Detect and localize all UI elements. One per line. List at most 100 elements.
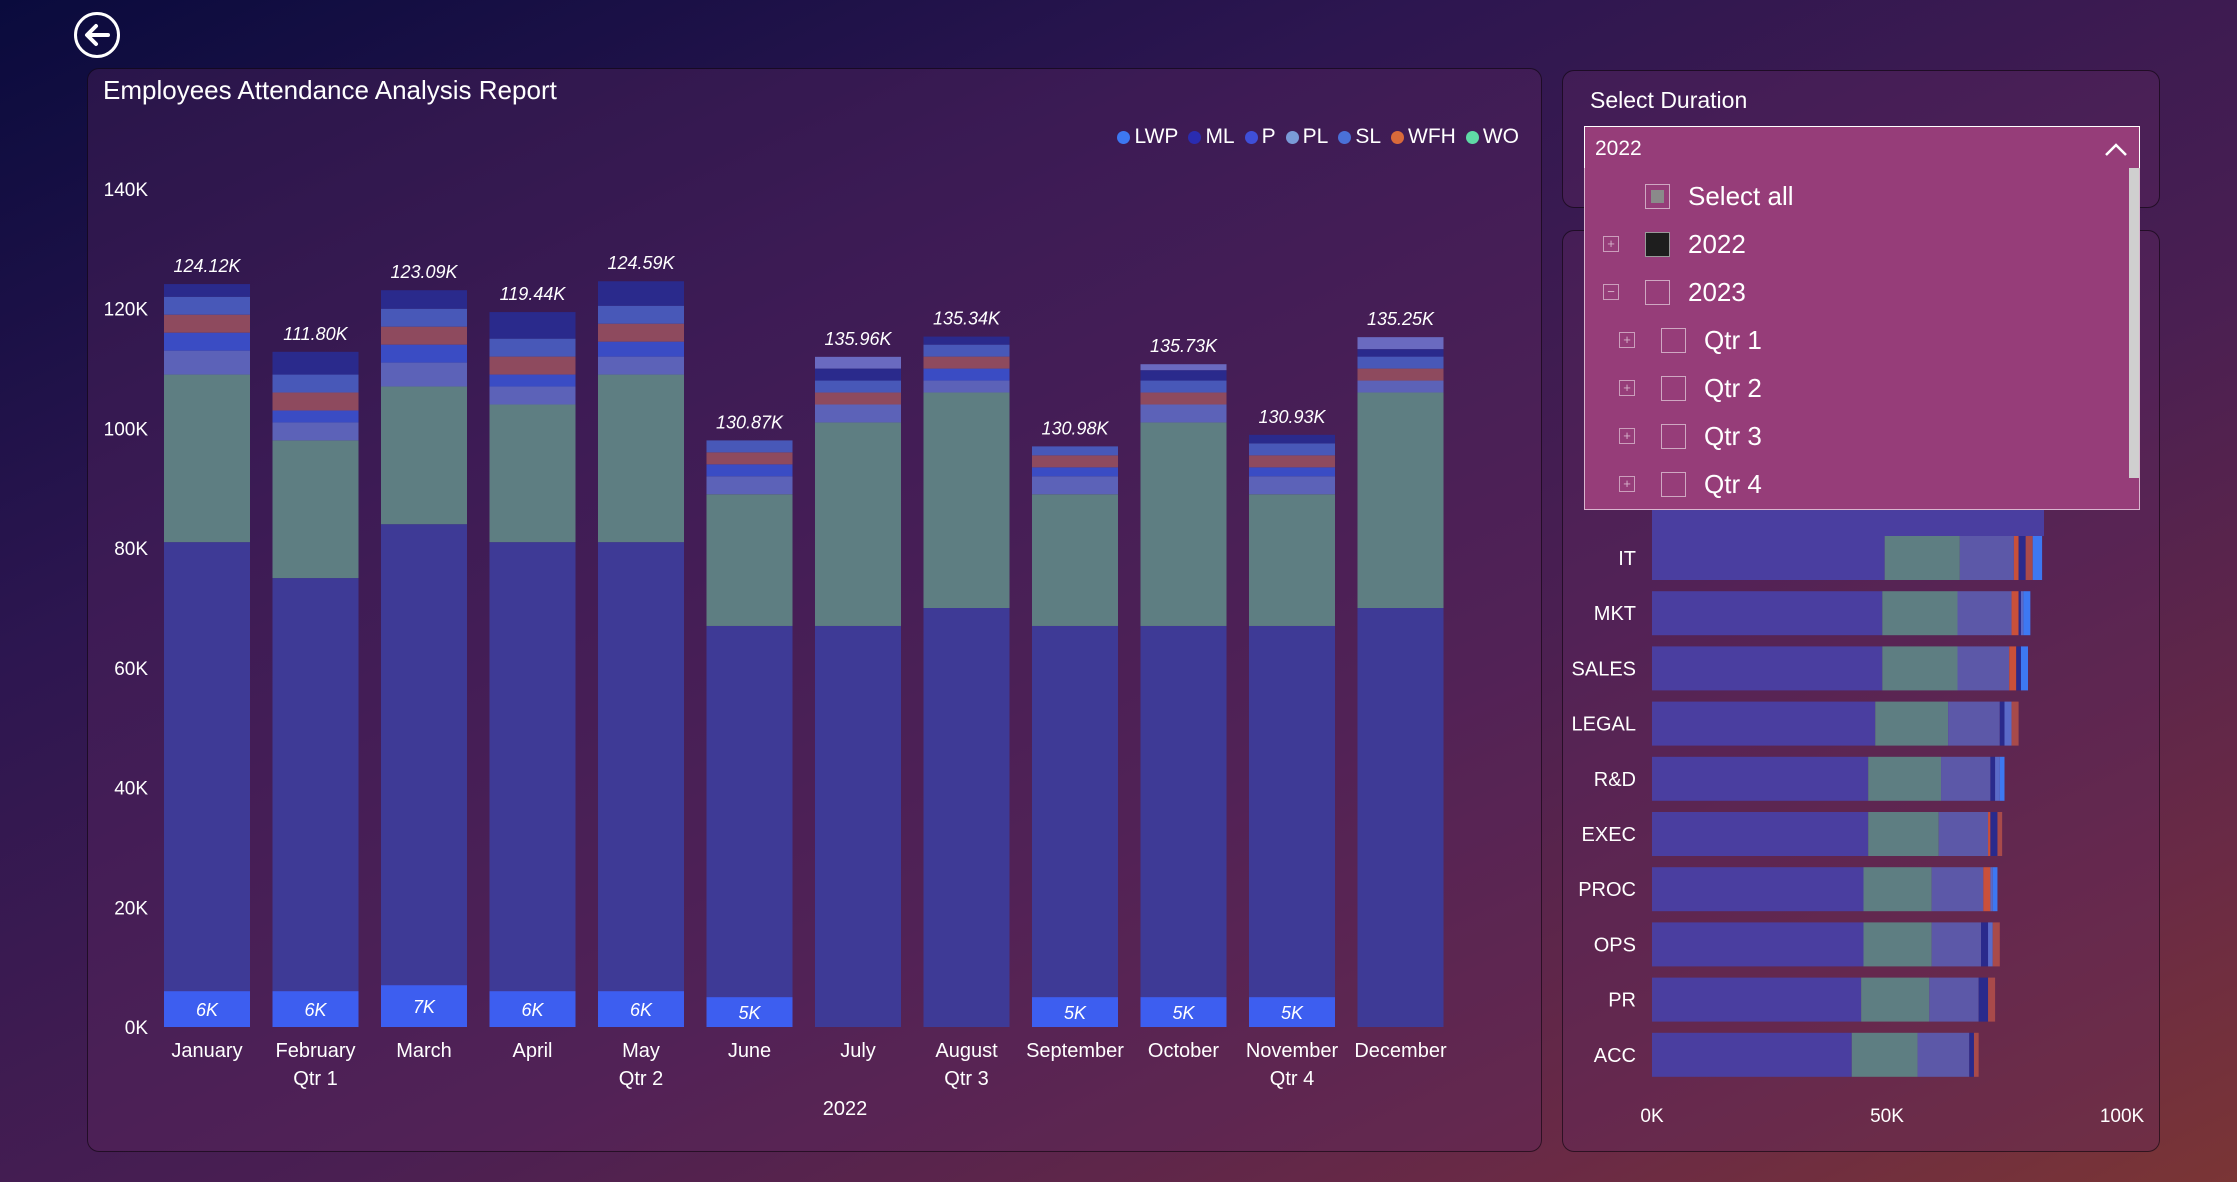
- duration-option[interactable]: + Qtr 4: [1619, 464, 1762, 504]
- bar-segment[interactable]: [1884, 536, 1960, 580]
- duration-option[interactable]: + Qtr 3: [1619, 416, 1762, 456]
- bar-segment[interactable]: [1652, 701, 1876, 746]
- bar-segment[interactable]: [381, 524, 467, 986]
- duration-option[interactable]: +2022: [1603, 224, 1746, 264]
- bar-segment[interactable]: [1995, 756, 2000, 801]
- bar-segment[interactable]: [2020, 591, 2024, 636]
- bar-segment[interactable]: [1988, 812, 1991, 856]
- bar-segment[interactable]: [272, 392, 359, 411]
- bar-segment[interactable]: [1140, 625, 1227, 998]
- bar-segment[interactable]: [1938, 812, 1989, 856]
- bar-segment[interactable]: [164, 350, 250, 375]
- bar-segment[interactable]: [489, 356, 576, 375]
- bar-segment[interactable]: [2004, 701, 2012, 746]
- bar-segment[interactable]: [706, 476, 793, 495]
- bar-segment[interactable]: [1875, 701, 1949, 746]
- duration-option[interactable]: + Qtr 2: [1619, 368, 1762, 408]
- bar-segment[interactable]: [1988, 922, 1993, 967]
- bar-segment[interactable]: [1652, 867, 1864, 912]
- bar-segment[interactable]: [1140, 364, 1227, 371]
- bar-segment[interactable]: [1140, 404, 1227, 423]
- bar-segment[interactable]: [1652, 922, 1864, 967]
- bar-segment[interactable]: [1249, 467, 1335, 477]
- checkbox[interactable]: [1661, 471, 1686, 497]
- duration-option[interactable]: + Qtr 1: [1619, 320, 1762, 360]
- checkbox[interactable]: [1645, 231, 1670, 257]
- bar-segment[interactable]: [2025, 536, 2033, 580]
- bar-segment[interactable]: [1032, 476, 1118, 495]
- expand-icon[interactable]: +: [1619, 332, 1635, 348]
- bar-segment[interactable]: [164, 296, 250, 315]
- bar-segment[interactable]: [1999, 756, 2005, 801]
- bar-segment[interactable]: [1357, 608, 1444, 1027]
- duration-option[interactable]: − 2023: [1603, 272, 1746, 312]
- bar-segment[interactable]: [1140, 370, 1227, 381]
- bar-segment[interactable]: [1868, 756, 1942, 801]
- bar-segment[interactable]: [1861, 977, 1930, 1022]
- bar-segment[interactable]: [1140, 422, 1227, 626]
- bar-segment[interactable]: [2011, 701, 2019, 746]
- bar-segment[interactable]: [1931, 867, 1984, 912]
- bar-segment[interactable]: [164, 374, 250, 543]
- bar-segment[interactable]: [1941, 756, 1991, 801]
- bar-segment[interactable]: [489, 404, 576, 543]
- bar-segment[interactable]: [1249, 443, 1335, 456]
- bar-segment[interactable]: [1249, 455, 1335, 468]
- checkbox[interactable]: [1661, 327, 1686, 353]
- bar-segment[interactable]: [1959, 536, 2014, 580]
- bar-segment[interactable]: [1249, 434, 1335, 444]
- bar-segment[interactable]: [489, 338, 576, 357]
- bar-segment[interactable]: [1652, 646, 1883, 691]
- bar-segment[interactable]: [381, 326, 467, 345]
- checkbox[interactable]: [1645, 279, 1670, 305]
- bar-segment[interactable]: [815, 356, 901, 369]
- bar-segment[interactable]: [1992, 922, 2000, 967]
- back-button[interactable]: [74, 12, 120, 58]
- bar-segment[interactable]: [272, 374, 359, 393]
- bar-segment[interactable]: [815, 380, 901, 393]
- bar-segment[interactable]: [706, 440, 793, 453]
- bar-segment[interactable]: [1990, 756, 1996, 801]
- bar-segment[interactable]: [272, 351, 359, 375]
- bar-segment[interactable]: [706, 625, 793, 998]
- bar-segment[interactable]: [923, 356, 1010, 369]
- bar-segment[interactable]: [2009, 646, 2017, 691]
- expand-icon[interactable]: +: [1619, 476, 1635, 492]
- bar-segment[interactable]: [272, 422, 359, 441]
- bar-segment[interactable]: [1917, 1032, 1970, 1077]
- bar-segment[interactable]: [381, 308, 467, 327]
- bar-segment[interactable]: [2018, 591, 2021, 636]
- bar-segment[interactable]: [1868, 812, 1939, 856]
- bar-segment[interactable]: [1652, 1032, 1852, 1077]
- bar-segment[interactable]: [1357, 356, 1444, 369]
- bar-segment[interactable]: [1032, 455, 1118, 468]
- bar-segment[interactable]: [1999, 701, 2005, 746]
- bar-segment[interactable]: [1249, 494, 1335, 626]
- bar-segment[interactable]: [1990, 812, 1998, 856]
- bar-segment[interactable]: [1983, 867, 1991, 912]
- bar-segment[interactable]: [1882, 591, 1958, 636]
- bar-segment[interactable]: [489, 374, 576, 387]
- checkbox[interactable]: [1661, 423, 1686, 449]
- bar-segment[interactable]: [1357, 368, 1444, 381]
- bar-segment[interactable]: [598, 341, 684, 357]
- bar-segment[interactable]: [1948, 701, 2000, 746]
- bar-segment[interactable]: [815, 392, 901, 405]
- bar-segment[interactable]: [1652, 536, 1885, 580]
- bar-segment[interactable]: [164, 284, 250, 297]
- bar-segment[interactable]: [272, 440, 359, 579]
- bar-segment[interactable]: [2016, 646, 2021, 691]
- bar-segment[interactable]: [1249, 476, 1335, 495]
- bar-segment[interactable]: [1032, 467, 1118, 477]
- bar-segment[interactable]: [381, 362, 467, 387]
- bar-segment[interactable]: [923, 368, 1010, 381]
- bar-segment[interactable]: [1863, 922, 1932, 967]
- bar-segment[interactable]: [1032, 446, 1118, 456]
- bar-segment[interactable]: [489, 542, 576, 992]
- bar-segment[interactable]: [706, 464, 793, 477]
- bar-segment[interactable]: [1997, 812, 2003, 856]
- bar-segment[interactable]: [1990, 867, 1993, 912]
- bar-segment[interactable]: [381, 290, 467, 309]
- dropdown-scrollbar[interactable]: [2129, 168, 2139, 478]
- bar-segment[interactable]: [489, 312, 576, 339]
